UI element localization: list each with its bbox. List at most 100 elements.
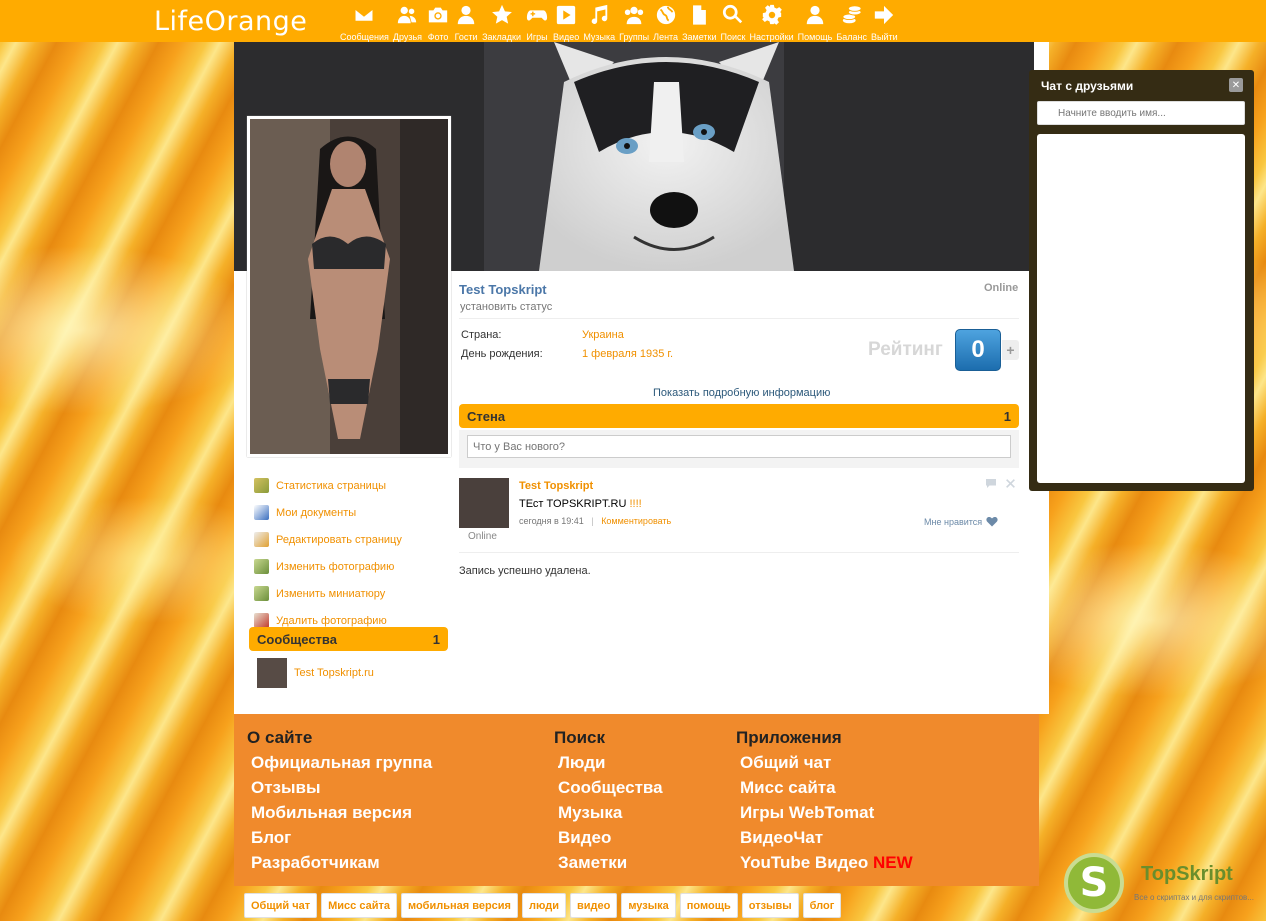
footer-heading: Поиск <box>554 728 606 747</box>
footer-link[interactable]: Сообщества <box>558 778 663 803</box>
topskript-logo[interactable]: S <box>1064 853 1124 913</box>
chat-friend-list[interactable] <box>1037 134 1245 483</box>
post-controls <box>985 478 1016 489</box>
delete-photo-label: Удалить фотографию <box>276 614 387 627</box>
tag-link[interactable]: отзывы <box>741 893 799 918</box>
nav-guests[interactable]: Гости <box>454 3 478 42</box>
nav-groups[interactable]: Группы <box>619 3 649 42</box>
tag-link[interactable]: люди <box>521 893 566 918</box>
nav-label: Заметки <box>682 32 717 42</box>
like-button[interactable]: Мне нравится <box>924 516 998 527</box>
nav-label: Фото <box>427 32 449 42</box>
tag-link[interactable]: музыка <box>621 893 676 918</box>
nav-logout[interactable]: Выйти <box>871 3 898 42</box>
footer-link[interactable]: Общий чат <box>740 753 913 778</box>
birthday-label: День рождения: <box>461 348 543 360</box>
chart-icon <box>254 478 269 493</box>
chat-title: Чат с друзьями <box>1041 79 1134 93</box>
nav-label: Сообщения <box>340 32 389 42</box>
close-icon[interactable]: ✕ <box>1229 78 1243 92</box>
nav-messages[interactable]: Сообщения <box>340 3 389 42</box>
footer-link[interactable]: Мисс сайта <box>740 778 913 803</box>
footer-link[interactable]: Люди <box>558 753 663 778</box>
rating-plus-button[interactable]: + <box>1002 340 1019 360</box>
footer-link[interactable]: Отзывы <box>251 778 432 803</box>
tag-link[interactable]: Мисс сайта <box>321 893 397 918</box>
quick-tags: Общий чат Мисс сайта мобильная версия лю… <box>244 893 842 918</box>
gamepad-icon <box>525 3 549 27</box>
footer-link[interactable]: ВидеоЧат <box>740 828 913 853</box>
nav-photo[interactable]: Фото <box>426 3 450 42</box>
communities-header[interactable]: Сообщества 1 <box>249 627 448 651</box>
rating-label: Рейтинг <box>868 339 943 360</box>
nav-help[interactable]: Помощь <box>797 3 833 42</box>
post-author-name[interactable]: Test Topskript <box>519 480 593 492</box>
nav-balance[interactable]: Баланс <box>836 3 867 42</box>
deleted-notice: Запись успешно удалена. <box>459 565 591 577</box>
footer-link[interactable]: Мобильная версия <box>251 803 432 828</box>
wall-count: 1 <box>1003 408 1011 424</box>
wall-compose <box>459 430 1019 468</box>
nav-music[interactable]: Музыка <box>583 3 615 42</box>
footer-link[interactable]: Заметки <box>558 853 663 878</box>
profile-status[interactable]: установить статус <box>460 301 552 313</box>
nav-search[interactable]: Поиск <box>720 3 746 42</box>
tag-link[interactable]: мобильная версия <box>400 893 518 918</box>
tag-link[interactable]: Общий чат <box>244 893 318 918</box>
footer-link[interactable]: Видео <box>558 828 663 853</box>
tag-link[interactable]: помощь <box>679 893 738 918</box>
nav-video[interactable]: Видео <box>553 3 579 42</box>
change-thumbnail-link[interactable]: Изменить миниатюру <box>254 580 402 607</box>
profile-avatar[interactable] <box>247 116 451 457</box>
stats-link[interactable]: Статистика страницы <box>254 472 402 499</box>
nav-label: Поиск <box>720 32 746 42</box>
main-nav: Сообщения Друзья Фото Гости Закладки Игр… <box>340 3 902 42</box>
globe-icon <box>654 3 678 27</box>
footer-about: О сайте Официальная группа Отзывы Мобиль… <box>247 728 432 878</box>
coins-icon <box>840 3 864 27</box>
edit-page-label: Редактировать страницу <box>276 533 402 546</box>
change-photo-link[interactable]: Изменить фотографию <box>254 553 402 580</box>
show-more-info-link[interactable]: Показать подробную информацию <box>653 387 830 399</box>
footer-apps: Приложения Общий чат Мисс сайта Игры Web… <box>736 728 913 878</box>
comment-link[interactable]: Комментировать <box>601 516 671 526</box>
footer-link[interactable]: Музыка <box>558 803 663 828</box>
community-item[interactable]: Test Topskript.ru <box>257 658 374 688</box>
footer-link[interactable]: Официальная группа <box>251 753 432 778</box>
nav-label: Помощь <box>797 32 833 42</box>
nav-label: Группы <box>619 32 650 42</box>
wall-post-input[interactable] <box>467 435 1011 458</box>
site-logo[interactable]: LifeOrange <box>154 6 307 37</box>
nav-settings[interactable]: Настройки <box>749 3 794 42</box>
documents-link[interactable]: Мои документы <box>254 499 402 526</box>
footer-link[interactable]: Разработчикам <box>251 853 432 878</box>
country-value[interactable]: Украина <box>582 329 624 341</box>
chat-search-input[interactable] <box>1037 101 1245 125</box>
delete-icon[interactable] <box>1005 478 1016 489</box>
nav-label: Баланс <box>836 32 868 42</box>
change-thumbnail-label: Изменить миниатюру <box>276 587 386 600</box>
footer-link[interactable]: Блог <box>251 828 432 853</box>
nav-friends[interactable]: Друзья <box>393 3 422 42</box>
post-author-online: Online <box>468 531 497 542</box>
profile-name[interactable]: Test Topskript <box>459 282 547 297</box>
post-author-avatar[interactable] <box>459 478 509 528</box>
birthday-value[interactable]: 1 февраля 1935 г. <box>582 348 673 360</box>
nav-notes[interactable]: Заметки <box>682 3 717 42</box>
footer-heading: О сайте <box>247 728 313 747</box>
nav-feed[interactable]: Лента <box>653 3 678 42</box>
topskript-name[interactable]: TopSkript <box>1141 863 1233 886</box>
nav-bookmarks[interactable]: Закладки <box>482 3 521 42</box>
youtube-label: YouTube Видео <box>740 853 869 872</box>
profile-actions: Статистика страницы Мои документы Редакт… <box>254 472 402 634</box>
help-person-icon <box>803 3 827 27</box>
footer-link[interactable]: Игры WebTomat <box>740 803 913 828</box>
nav-games[interactable]: Игры <box>525 3 549 42</box>
rating-value: 0 <box>955 329 1001 371</box>
search-icon <box>721 3 745 27</box>
edit-page-link[interactable]: Редактировать страницу <box>254 526 402 553</box>
reply-icon[interactable] <box>985 478 997 489</box>
tag-link[interactable]: видео <box>569 893 618 918</box>
tag-link[interactable]: блог <box>802 893 842 918</box>
footer-link-youtube[interactable]: YouTube Видео NEW <box>740 853 913 878</box>
